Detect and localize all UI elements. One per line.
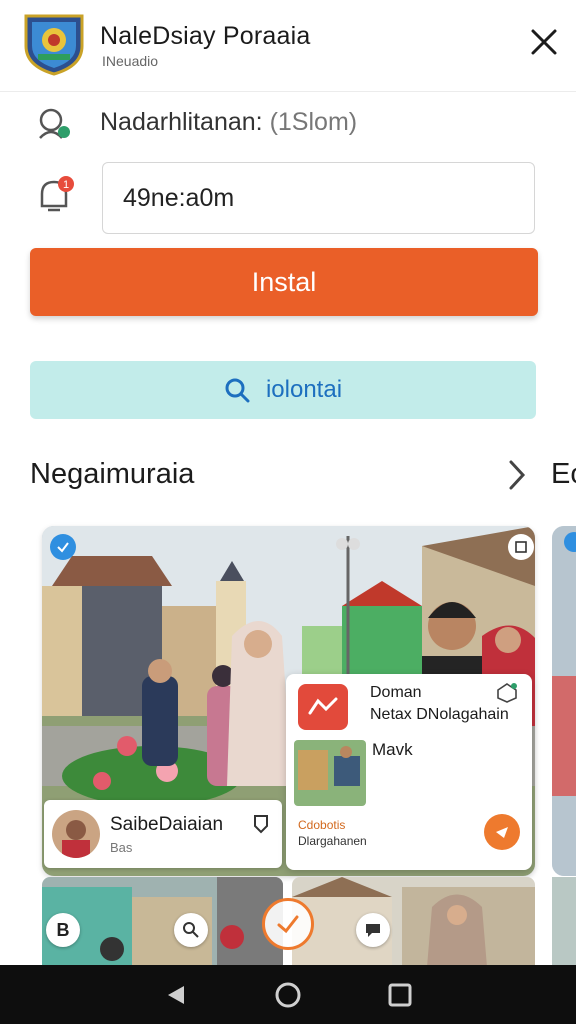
system-navbar bbox=[0, 965, 576, 1024]
promo-card[interactable]: Doman Netax DNolagahain Mavk Cdobotis Dl… bbox=[286, 674, 532, 870]
install-button[interactable]: Instal bbox=[30, 248, 538, 316]
info-detail: (1Slom) bbox=[269, 108, 358, 136]
info-badge-icon[interactable] bbox=[50, 534, 76, 560]
app-header: NaleDsiay Poraaia INeuadio bbox=[0, 0, 576, 92]
back-button[interactable] bbox=[156, 975, 196, 1015]
shield-emblem-icon bbox=[22, 10, 86, 76]
close-button[interactable] bbox=[522, 20, 566, 64]
promo-subtitle: Netax DNolagahain bbox=[370, 706, 509, 723]
place-info-card[interactable]: SaibeDaiaian Bas bbox=[44, 800, 282, 868]
app-icon bbox=[298, 684, 348, 730]
home-button[interactable] bbox=[268, 975, 308, 1015]
info-line: Nadarhlitanan: (1Slom) bbox=[100, 108, 357, 137]
promo-footnote-1: Cdobotis bbox=[298, 818, 346, 832]
recents-square-icon bbox=[388, 983, 412, 1006]
chevron-right-icon[interactable] bbox=[503, 458, 531, 492]
back-triangle-icon bbox=[168, 985, 184, 1004]
place-name: SaibeDaiaian bbox=[110, 814, 224, 835]
grid-card-left[interactable]: B bbox=[42, 877, 283, 967]
place-thumbnail bbox=[52, 810, 100, 858]
grid-card-right[interactable] bbox=[292, 877, 535, 967]
promo-label: Mavk bbox=[372, 740, 413, 759]
bookmark-icon[interactable] bbox=[508, 534, 534, 560]
promo-title: Doman bbox=[370, 684, 422, 701]
place-meta: Bas bbox=[110, 840, 133, 855]
info-label: Nadarhlitanan: bbox=[100, 108, 263, 136]
comment-icon[interactable] bbox=[356, 913, 390, 947]
map-pin-icon[interactable] bbox=[249, 812, 273, 836]
search-button[interactable]: iolontai bbox=[30, 361, 536, 419]
translate-icon[interactable]: B bbox=[46, 913, 80, 947]
next-card-peek[interactable] bbox=[552, 526, 576, 876]
notification-badge: 1 bbox=[63, 179, 69, 191]
recents-button[interactable] bbox=[380, 975, 420, 1015]
install-button-label: Instal bbox=[251, 266, 317, 297]
app-title: NaleDsiay Poraaia bbox=[100, 22, 311, 50]
user-location-icon bbox=[34, 104, 74, 144]
close-icon bbox=[531, 29, 557, 55]
send-icon bbox=[496, 827, 508, 838]
external-link-icon[interactable] bbox=[496, 682, 518, 704]
check-circle-icon[interactable] bbox=[262, 898, 314, 950]
notification-bell-icon[interactable]: 1 bbox=[34, 174, 74, 214]
home-circle-icon bbox=[275, 982, 301, 1007]
zoom-icon[interactable] bbox=[174, 913, 208, 947]
section-title: Negaimuraia bbox=[30, 458, 195, 490]
search-icon bbox=[225, 378, 250, 403]
grid-card-peek[interactable] bbox=[552, 877, 576, 967]
promo-go-button[interactable] bbox=[484, 814, 520, 850]
app-subtitle: INeuadio bbox=[102, 53, 159, 69]
code-input[interactable] bbox=[102, 162, 535, 234]
promo-image bbox=[294, 740, 366, 806]
promo-footnote-2: Dlargahanen bbox=[298, 834, 367, 848]
section-next-title[interactable]: Eo bbox=[551, 458, 576, 491]
search-button-label: iolontai bbox=[265, 376, 343, 403]
